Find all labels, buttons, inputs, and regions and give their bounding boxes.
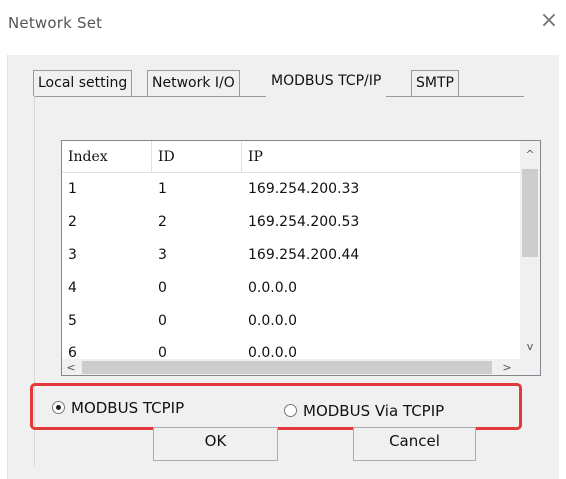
tab-smtp[interactable]: SMTP	[411, 70, 459, 96]
cell-id: 3	[158, 247, 167, 263]
cell-ip: 0.0.0.0	[248, 313, 297, 329]
scroll-down-icon[interactable]: v	[520, 337, 540, 357]
cell-ip: 169.254.200.33	[242, 173, 392, 206]
cell-index: 1	[68, 181, 77, 197]
window-title: Network Set	[8, 14, 103, 32]
radio-checked-icon[interactable]	[52, 401, 65, 414]
table-row[interactable]: 2 2 169.254.200.53	[62, 206, 520, 239]
table-header: Index ID IP	[62, 141, 520, 173]
scroll-up-icon[interactable]: ^	[520, 145, 540, 165]
table-row[interactable]: 3 3 169.254.200.44	[62, 239, 520, 272]
cancel-button[interactable]: Cancel	[353, 427, 476, 461]
column-header-ip[interactable]: IP	[242, 141, 520, 173]
cell-id: 0	[158, 313, 167, 329]
vertical-scroll-thumb[interactable]	[522, 169, 538, 257]
column-header-index[interactable]: Index	[62, 141, 152, 173]
cell-index: 5	[68, 313, 77, 329]
cell-index: 2	[68, 214, 77, 230]
ip-list-table[interactable]: Index ID IP 1 1 169.254.200.33 2 2 169.2…	[61, 140, 541, 376]
cell-index: 3	[68, 247, 77, 263]
radio-modbus-tcpip[interactable]: MODBUS TCPIP	[52, 397, 184, 419]
radio-modbus-tcpip-label: MODBUS TCPIP	[71, 399, 185, 417]
radio-unchecked-icon[interactable]	[284, 404, 297, 417]
horizontal-scroll-thumb[interactable]	[82, 361, 492, 374]
cell-id: 1	[158, 181, 167, 197]
cell-ip: 169.254.200.53	[242, 206, 392, 239]
cell-index: 4	[68, 280, 77, 296]
scroll-left-icon[interactable]: <	[62, 359, 80, 375]
cell-id: 2	[158, 214, 167, 230]
tab-network-io[interactable]: Network I/O	[147, 70, 240, 96]
table-row[interactable]: 5 0 0.0.0.0	[62, 305, 520, 338]
table-row[interactable]: 4 0 0.0.0.0	[62, 272, 520, 305]
column-header-id[interactable]: ID	[152, 141, 242, 173]
scroll-right-icon[interactable]: >	[498, 359, 516, 375]
radio-modbus-via-tcpip-label: MODBUS Via TCPIP	[303, 402, 445, 420]
tab-local-setting[interactable]: Local setting	[33, 70, 133, 96]
tab-modbus-tcpip[interactable]: MODBUS TCP/IP	[266, 64, 387, 97]
network-set-dialog: Network Set × Local setting Network I/O …	[0, 0, 566, 479]
radio-modbus-via-tcpip[interactable]: MODBUS Via TCPIP	[284, 400, 444, 422]
cell-id: 0	[158, 280, 167, 296]
close-icon[interactable]: ×	[536, 8, 562, 34]
cell-ip: 169.254.200.44	[242, 239, 392, 272]
cell-ip: 0.0.0.0	[248, 280, 297, 296]
ok-button[interactable]: OK	[153, 427, 278, 461]
table-row[interactable]: 1 1 169.254.200.33	[62, 173, 520, 206]
